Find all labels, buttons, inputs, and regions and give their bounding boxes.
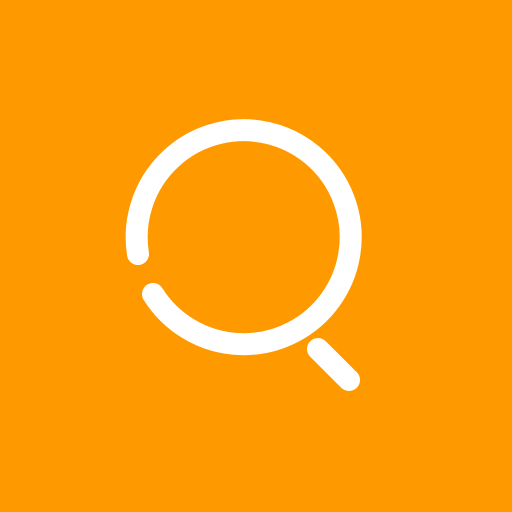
search-icon-handle <box>307 338 360 391</box>
app-icon-tile <box>0 0 512 512</box>
search-icon-lens <box>125 119 362 356</box>
search-icon <box>125 119 362 391</box>
